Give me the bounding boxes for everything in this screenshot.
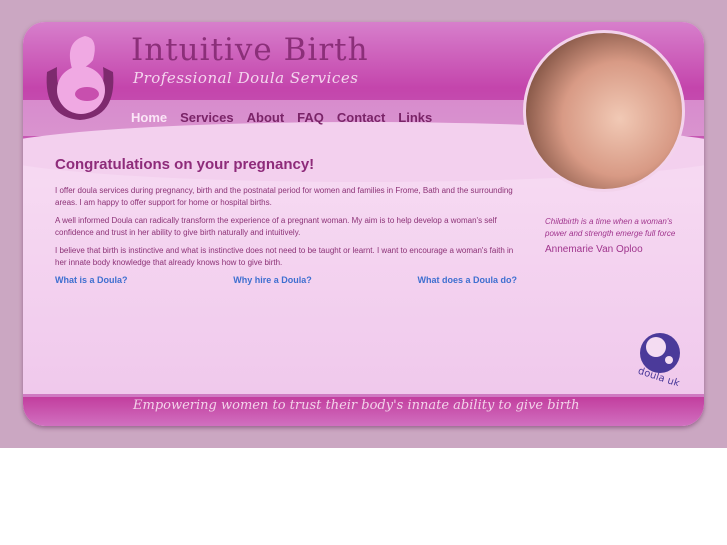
link-what-doula-does[interactable]: What does a Doula do? bbox=[417, 275, 517, 285]
paragraph: I believe that birth is instinctive and … bbox=[55, 246, 514, 267]
mother-baby-photo bbox=[523, 30, 685, 192]
nav-contact[interactable]: Contact bbox=[337, 110, 385, 125]
main-content: Congratulations on your pregnancy! I off… bbox=[55, 156, 517, 285]
nav-faq[interactable]: FAQ bbox=[297, 110, 324, 125]
link-what-is-doula[interactable]: What is a Doula? bbox=[55, 275, 128, 285]
site-subtitle: Professional Doula Services bbox=[133, 69, 359, 87]
info-links: What is a Doula? Why hire a Doula? What … bbox=[55, 275, 517, 285]
nav-services[interactable]: Services bbox=[180, 110, 234, 125]
footer: Empowering women to trust their body's i… bbox=[23, 394, 704, 426]
nav-links[interactable]: Links bbox=[398, 110, 432, 125]
mother-baby-logo-icon bbox=[46, 36, 114, 120]
main-nav: Home Services About FAQ Contact Links bbox=[131, 110, 432, 125]
nav-home[interactable]: Home bbox=[131, 110, 167, 125]
paragraph: I offer doula services during pregnancy,… bbox=[55, 186, 513, 207]
site-title: Intuitive Birth bbox=[131, 32, 369, 68]
site-container: Intuitive Birth Professional Doula Servi… bbox=[23, 22, 704, 426]
nav-about[interactable]: About bbox=[247, 110, 285, 125]
doula-uk-badge-icon[interactable]: doula uk bbox=[633, 332, 683, 386]
footer-tagline: Empowering women to trust their body's i… bbox=[133, 398, 580, 413]
page-heading: Congratulations on your pregnancy! bbox=[55, 156, 315, 173]
link-why-hire-doula[interactable]: Why hire a Doula? bbox=[233, 275, 312, 285]
quote-author: Annemarie Van Oploo bbox=[545, 244, 643, 255]
quote-text: Childbirth is a time when a woman's powe… bbox=[545, 217, 676, 238]
quote-box: Childbirth is a time when a woman's powe… bbox=[545, 216, 685, 255]
paragraph: A well informed Doula can radically tran… bbox=[55, 216, 497, 237]
